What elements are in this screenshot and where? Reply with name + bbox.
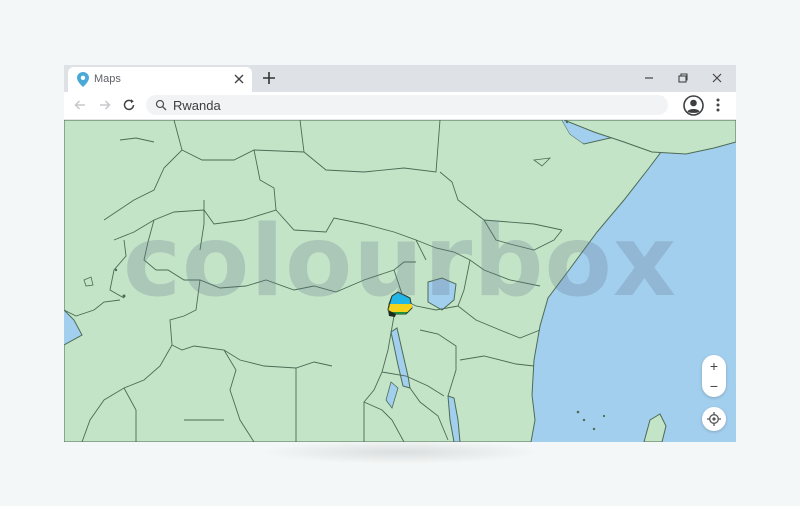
locate-button[interactable] <box>702 407 726 431</box>
back-icon[interactable] <box>73 98 87 112</box>
address-bar[interactable]: Rwanda <box>146 95 668 115</box>
watermark: colourbox <box>122 205 678 319</box>
reload-icon[interactable] <box>122 98 136 112</box>
tab-bar: Maps <box>64 65 736 92</box>
window-shadow <box>260 440 540 464</box>
profile-avatar-icon[interactable] <box>683 95 704 116</box>
minimize-icon[interactable] <box>642 71 656 85</box>
forward-icon[interactable] <box>98 98 112 112</box>
zoom-controls: + − <box>702 355 726 397</box>
new-tab-icon[interactable] <box>261 70 277 86</box>
tab-title: Maps <box>94 73 121 85</box>
more-menu-icon[interactable] <box>714 97 722 113</box>
tab-maps[interactable]: Maps <box>68 67 252 92</box>
tab-close-icon[interactable] <box>232 72 246 86</box>
restore-icon[interactable] <box>676 71 690 85</box>
browser-window: Maps Rwanda colourbox + − <box>64 65 736 442</box>
close-icon[interactable] <box>710 71 724 85</box>
zoom-in-button[interactable]: + <box>702 356 726 376</box>
search-icon <box>155 99 167 111</box>
map-pin-icon <box>77 72 89 87</box>
map-view[interactable]: colourbox + − <box>64 120 736 442</box>
crosshair-icon <box>707 412 721 426</box>
zoom-out-button[interactable]: − <box>702 376 726 396</box>
toolbar: Rwanda <box>64 92 736 120</box>
address-input[interactable]: Rwanda <box>173 98 221 113</box>
